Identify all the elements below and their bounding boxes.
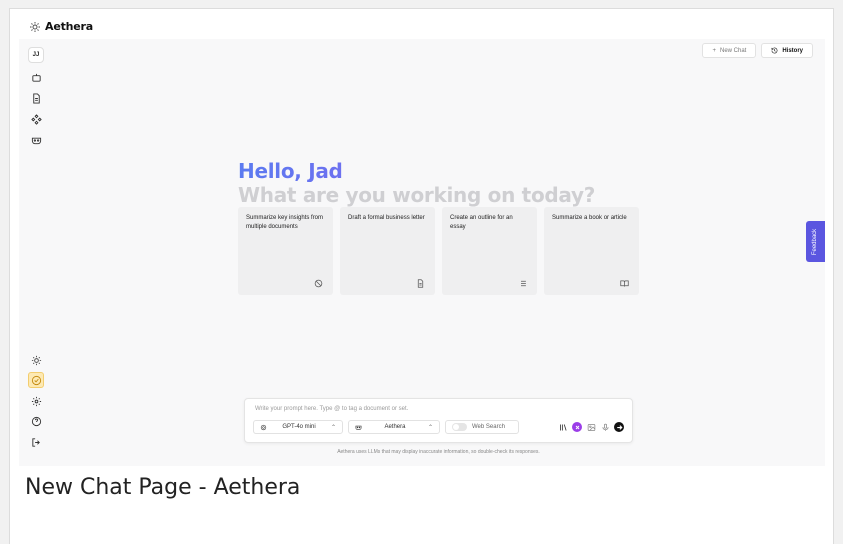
list-icon [519, 280, 526, 287]
logout-icon [31, 437, 40, 447]
diamond-nodes-icon [30, 113, 42, 125]
app-window: Aethera JJ + New Chat History Hello, Jad… [19, 15, 825, 466]
theme-toggle-button[interactable] [28, 352, 44, 368]
gear-icon [31, 396, 41, 406]
suggestion-card[interactable]: Summarize key insights from multiple doc… [238, 207, 333, 295]
toggle-switch[interactable] [452, 423, 467, 431]
card-text: Summarize key insights from multiple doc… [246, 215, 324, 230]
assistant-label: Aethera [384, 424, 406, 430]
arrow-right-icon [616, 424, 623, 430]
sidebar-item-assistant[interactable] [28, 69, 44, 85]
chevron-updown-icon: ⌃ [427, 424, 433, 431]
suggestion-card[interactable]: Summarize a book or article [544, 207, 639, 295]
prompt-controls: GPT-4o mini ⌃ Aethera ⌃ Web Search [253, 420, 519, 434]
sparkle-icon [575, 425, 579, 429]
sidebar-item-documents[interactable] [28, 90, 44, 106]
top-bar: Aethera [19, 15, 825, 39]
new-chat-button[interactable]: + New Chat [702, 43, 757, 58]
new-chat-label: New Chat [719, 47, 747, 54]
library-icon [559, 423, 567, 431]
model-label: GPT-4o mini [282, 424, 316, 430]
ban-icon [314, 279, 323, 288]
microphone-icon [602, 423, 608, 431]
book-icon [620, 280, 629, 287]
web-search-toggle[interactable]: Web Search [445, 420, 519, 434]
card-text: Draft a formal business letter [348, 215, 425, 221]
assistant-select[interactable]: Aethera ⌃ [348, 420, 440, 434]
document-icon [417, 279, 424, 288]
sidebar-item-agents[interactable] [28, 132, 44, 148]
app-name: Aethera [45, 20, 93, 33]
feedback-label: Feedback [812, 228, 819, 255]
sidebar-item-integrations[interactable] [28, 111, 44, 127]
greeting: Hello, Jad What are you working on today… [238, 160, 595, 208]
check-circle-icon [31, 375, 41, 385]
prompt-actions [558, 422, 624, 432]
library-button[interactable] [558, 422, 568, 432]
mask-icon [355, 425, 362, 430]
help-button[interactable] [28, 413, 44, 429]
logout-button[interactable] [28, 434, 44, 450]
history-icon [771, 47, 778, 54]
greeting-subtitle: What are you working on today? [238, 183, 596, 207]
image-upload-button[interactable] [586, 422, 596, 432]
card-text: Summarize a book or article [552, 215, 627, 221]
robot-icon [31, 73, 41, 82]
avatar[interactable]: JJ [28, 47, 44, 63]
suggestion-cards: Summarize key insights from multiple doc… [238, 207, 639, 295]
document-icon [32, 92, 40, 104]
tools-button[interactable] [572, 422, 582, 432]
mask-icon [31, 137, 41, 144]
settings-button[interactable] [28, 393, 44, 409]
logo[interactable]: Aethera [29, 20, 93, 33]
greeting-hello: Hello, Jad [238, 160, 595, 182]
chevron-updown-icon: ⌃ [330, 424, 336, 431]
web-search-label: Web Search [472, 424, 505, 430]
suggestion-card[interactable]: Draft a formal business letter [340, 207, 435, 295]
header-actions: + New Chat History [702, 43, 813, 58]
openai-icon [260, 424, 267, 430]
prompt-box: Write your prompt here. Type @ to tag a … [244, 398, 633, 443]
page-caption: New Chat Page - Aethera [25, 475, 301, 500]
card-text: Create an outline for an essay [450, 215, 513, 230]
disclaimer: Aethera uses LLMs that may display inacc… [337, 449, 540, 455]
main-area: JJ + New Chat History Hello, Jad What ar… [19, 39, 825, 466]
plus-icon: + [712, 47, 716, 54]
image-icon [587, 423, 595, 431]
tasks-button[interactable] [28, 372, 44, 388]
microphone-button[interactable] [600, 422, 610, 432]
model-select[interactable]: GPT-4o mini ⌃ [253, 420, 343, 434]
help-circle-icon [31, 416, 41, 426]
prompt-input[interactable]: Write your prompt here. Type @ to tag a … [255, 406, 408, 412]
suggestion-card[interactable]: Create an outline for an essay [442, 207, 537, 295]
send-button[interactable] [614, 422, 624, 432]
sun-logo-icon [30, 21, 40, 32]
feedback-tab[interactable]: Feedback [806, 221, 825, 262]
history-label: History [782, 47, 803, 54]
history-button[interactable]: History [761, 43, 813, 58]
sidebar: JJ [19, 39, 49, 466]
sun-icon [31, 355, 41, 365]
